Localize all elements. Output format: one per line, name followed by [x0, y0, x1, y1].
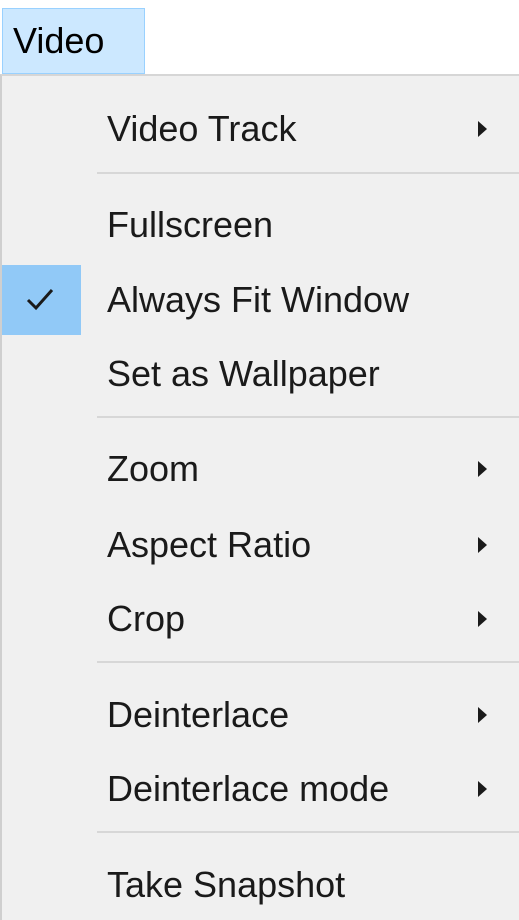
check-cell	[2, 339, 81, 409]
menu-item-zoom[interactable]: Zoom	[2, 434, 519, 504]
check-cell	[2, 850, 81, 920]
menu-item-always-fit-window[interactable]: Always Fit Window	[2, 265, 519, 335]
menu-item-label: Always Fit Window	[107, 279, 410, 320]
menu-item-label: Set as Wallpaper	[107, 353, 380, 394]
menu-item-fullscreen[interactable]: Fullscreen	[2, 190, 519, 260]
video-dropdown-menu: Video Track Fullscreen Always Fit Window…	[0, 74, 519, 920]
menu-item-label: Deinterlace mode	[107, 768, 390, 809]
check-cell	[2, 754, 81, 824]
submenu-arrow-icon	[478, 611, 487, 627]
check-cell	[2, 510, 81, 580]
menubar-video-label: Video	[13, 20, 105, 61]
menu-item-label: Fullscreen	[107, 204, 274, 245]
check-cell	[2, 190, 81, 260]
menu-item-take-snapshot[interactable]: Take Snapshot	[2, 850, 519, 920]
menu-item-label: Video Track	[107, 108, 297, 149]
menu-item-label: Aspect Ratio	[107, 524, 312, 565]
menu-item-label: Deinterlace	[107, 694, 290, 735]
submenu-arrow-icon	[478, 461, 487, 477]
menu-separator	[97, 416, 519, 418]
menu-item-aspect-ratio[interactable]: Aspect Ratio	[2, 510, 519, 580]
menu-item-crop[interactable]: Crop	[2, 584, 519, 654]
menu-item-label: Crop	[107, 598, 186, 639]
menu-item-label: Take Snapshot	[107, 864, 346, 905]
menu-item-deinterlace[interactable]: Deinterlace	[2, 680, 519, 750]
menubar-video[interactable]: Video	[2, 8, 145, 74]
check-cell	[2, 584, 81, 654]
menu-separator	[97, 831, 519, 833]
submenu-arrow-icon	[478, 537, 487, 553]
screenshot-stage: Video Video Track Fullscreen Always Fit …	[0, 0, 519, 920]
menu-item-set-as-wallpaper[interactable]: Set as Wallpaper	[2, 339, 519, 409]
check-cell	[2, 434, 81, 504]
submenu-arrow-icon	[478, 781, 487, 797]
check-cell	[2, 680, 81, 750]
menu-item-video-track[interactable]: Video Track	[2, 94, 519, 164]
check-cell	[2, 265, 81, 335]
submenu-arrow-icon	[478, 121, 487, 137]
menu-separator	[97, 172, 519, 174]
menu-item-label: Zoom	[107, 448, 200, 489]
submenu-arrow-icon	[478, 707, 487, 723]
checkmark-icon	[26, 289, 54, 311]
menu-item-deinterlace-mode[interactable]: Deinterlace mode	[2, 754, 519, 824]
check-cell	[2, 94, 81, 164]
menu-separator	[97, 661, 519, 663]
